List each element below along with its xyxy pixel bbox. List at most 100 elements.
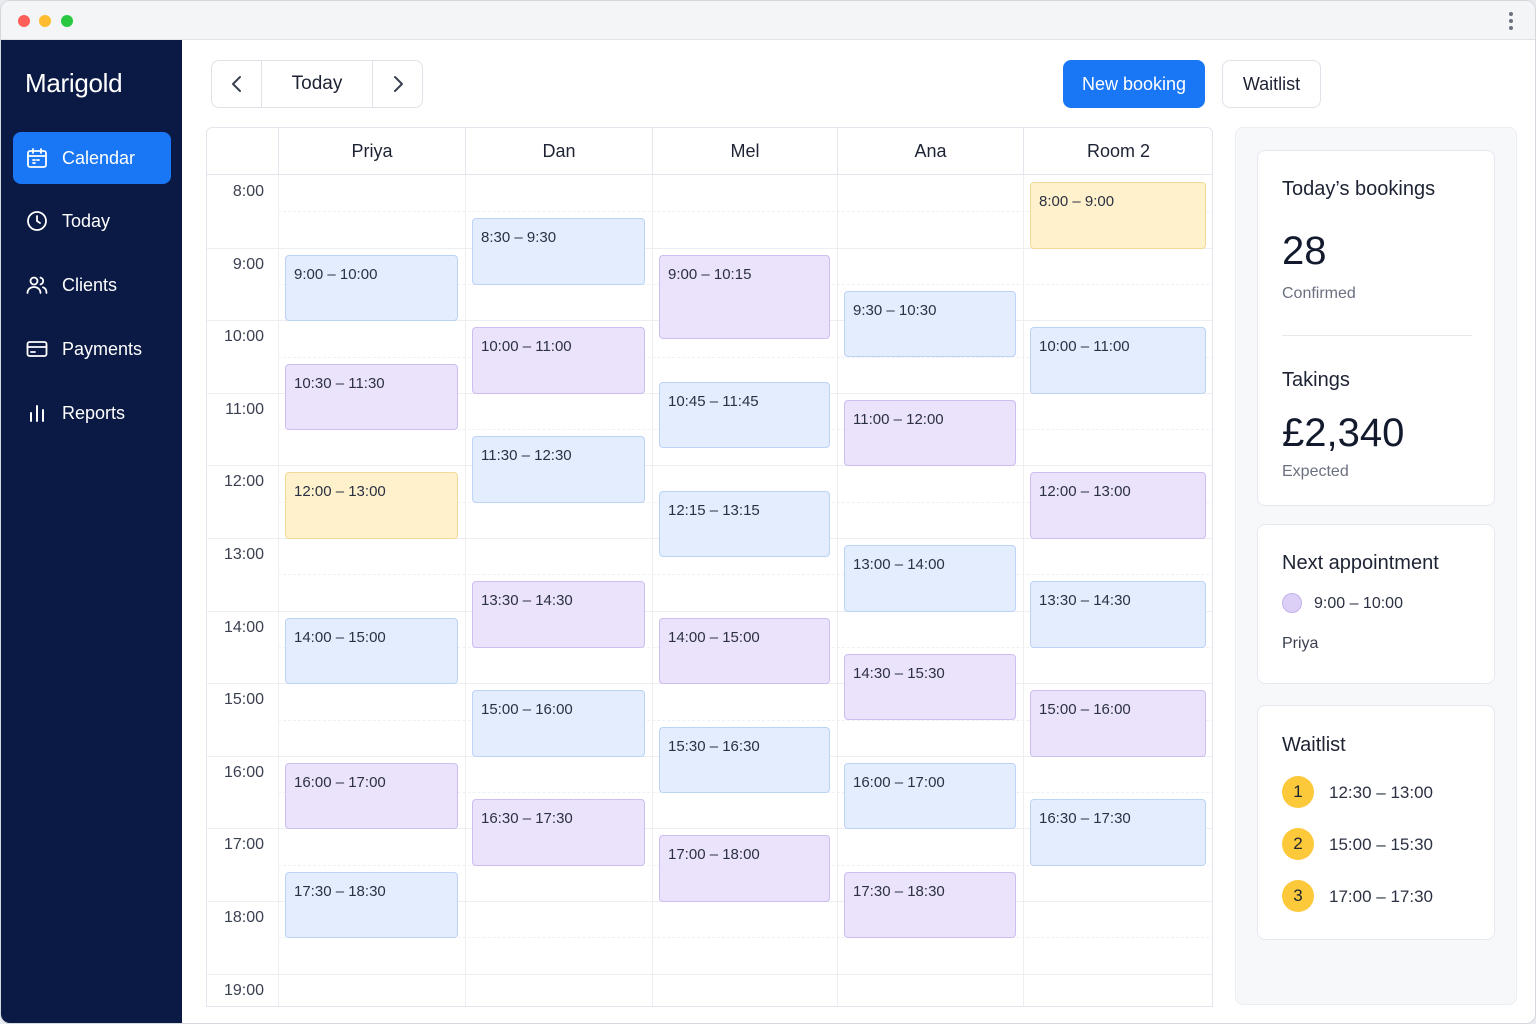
calendar-grid: Priya Dan Mel Ana Room 2 8:00 9:00 10:00 11:00 1… — [206, 127, 1213, 1007]
sidebar-item-label: Clients — [62, 274, 118, 295]
takings-title: Takings — [1282, 369, 1350, 391]
waitlist-position-badge: 2 — [1282, 828, 1314, 860]
users-icon — [26, 276, 48, 294]
sidebar-item-today[interactable]: Today — [13, 195, 171, 247]
today-button[interactable]: Today — [261, 61, 373, 107]
booking-event[interactable]: 14:00 – 15:00 — [659, 617, 830, 685]
card-title: Waitlist — [1282, 734, 1346, 756]
brand-logo: Marigold — [25, 68, 123, 98]
booking-event[interactable]: 17:30 – 18:30 — [285, 871, 458, 939]
booking-event[interactable]: 15:30 – 16:30 — [659, 726, 830, 794]
new-booking-button[interactable]: New booking — [1063, 60, 1205, 108]
date-navigation: Today — [211, 60, 423, 108]
time-label: 9:00 — [232, 255, 264, 273]
next-appointment-card[interactable]: Next appointment 9:00 – 10:00 Priya — [1257, 524, 1495, 684]
booking-event[interactable]: 10:00 – 11:00 — [1030, 327, 1206, 394]
previous-day-button[interactable] — [212, 61, 261, 107]
booking-event[interactable]: 16:00 – 17:00 — [285, 762, 458, 830]
waitlist-card: Waitlist 1 12:30 – 13:00 2 15:00 – 15:30… — [1257, 705, 1495, 940]
column-header: Dan — [465, 128, 652, 175]
booking-event[interactable]: 8:30 – 9:30 — [472, 218, 645, 285]
waitlist-button[interactable]: Waitlist — [1222, 60, 1321, 108]
time-label: 18:00 — [223, 909, 264, 926]
booking-event[interactable]: 11:30 – 12:30 — [472, 436, 645, 503]
summary-panel: Today’s bookings 28 Confirmed Takings £2… — [1235, 127, 1517, 1005]
booking-event[interactable]: 12:00 – 13:00 — [285, 472, 458, 539]
booking-event[interactable]: 15:00 – 16:00 — [1030, 690, 1206, 757]
booking-event[interactable]: 16:30 – 17:30 — [1030, 799, 1206, 866]
sidebar-item-calendar[interactable]: Calendar — [13, 132, 171, 184]
card-title: Today’s bookings — [1282, 178, 1436, 200]
time-label: 17:00 — [223, 836, 264, 854]
hour-gridline — [207, 465, 1212, 467]
waitlist-item-time[interactable]: 12:30 – 13:00 — [1329, 783, 1433, 803]
sidebar-item-clients[interactable]: Clients — [13, 259, 171, 311]
time-label: 14:00 — [223, 618, 264, 636]
card-title: Next appointment — [1282, 552, 1439, 574]
sidebar-item-label: Payments — [62, 338, 143, 359]
booking-event[interactable]: 13:30 – 14:30 — [1030, 581, 1206, 648]
chevron-right-icon — [393, 76, 403, 92]
booking-event[interactable]: 10:45 – 11:45 — [659, 381, 830, 449]
column-divider — [652, 175, 653, 1006]
booking-event[interactable]: 10:00 – 11:00 — [472, 327, 645, 394]
booking-event[interactable]: 17:00 – 18:00 — [659, 835, 830, 902]
more-options-icon[interactable] — [1509, 12, 1513, 30]
appointment-color-dot — [1282, 593, 1302, 613]
booking-event[interactable]: 9:00 – 10:00 — [285, 254, 458, 322]
booking-event[interactable]: 17:30 – 18:30 — [844, 871, 1016, 939]
sidebar-item-label: Calendar — [62, 147, 136, 168]
sidebar-item-label: Today — [62, 210, 111, 231]
booking-event[interactable]: 14:30 – 15:30 — [844, 653, 1016, 721]
waitlist-item-time[interactable]: 15:00 – 15:30 — [1329, 835, 1433, 855]
booking-event[interactable]: 8:00 – 9:00 — [1030, 182, 1206, 249]
time-label: 12:00 — [223, 473, 264, 491]
booking-event[interactable]: 10:30 – 11:30 — [285, 363, 458, 431]
booking-event[interactable]: 11:00 – 12:00 — [844, 399, 1016, 467]
booking-event[interactable]: 12:15 – 13:15 — [659, 490, 830, 558]
time-label: 13:00 — [223, 546, 264, 563]
maximize-window-button[interactable] — [61, 15, 73, 27]
waitlist-position-badge: 3 — [1282, 880, 1314, 912]
time-label: 11:00 — [225, 400, 264, 418]
time-label: 16:00 — [223, 763, 264, 781]
column-header: Room 2 — [1023, 128, 1212, 175]
booking-event[interactable]: 9:30 – 10:30 — [844, 290, 1016, 358]
minimize-window-button[interactable] — [39, 15, 51, 27]
booking-event[interactable]: 13:00 – 14:00 — [844, 545, 1016, 612]
booking-event[interactable]: 12:00 – 13:00 — [1030, 472, 1206, 539]
booking-event[interactable]: 15:00 – 16:00 — [472, 690, 645, 757]
column-header: Ana — [837, 128, 1023, 175]
half-hour-gridline — [278, 574, 1212, 576]
close-window-button[interactable] — [18, 15, 30, 27]
bookings-count: 28 — [1282, 229, 1327, 273]
booking-event[interactable]: 14:00 – 15:00 — [285, 617, 458, 685]
time-label: 19:00 — [223, 981, 264, 999]
column-divider — [278, 175, 279, 1006]
next-appointment-time: 9:00 – 10:00 — [1314, 595, 1403, 612]
column-divider — [837, 175, 838, 1006]
bar-chart-icon — [30, 405, 44, 422]
calendar-header: Priya Dan Mel Ana Room 2 — [207, 128, 1212, 175]
card-divider — [1282, 335, 1472, 336]
sidebar: Marigold Calendar Today Clients Payments… — [1, 40, 182, 1023]
app-window: Marigold Calendar Today Clients Payments… — [0, 0, 1536, 1024]
todays-bookings-card: Today’s bookings 28 Confirmed Takings £2… — [1257, 150, 1495, 506]
hour-gridline — [207, 973, 1212, 975]
booking-event[interactable]: 16:30 – 17:30 — [472, 799, 645, 866]
next-appointment-client: Priya — [1282, 635, 1319, 652]
booking-event[interactable]: 9:00 – 10:15 — [659, 254, 830, 340]
chevron-left-icon — [231, 76, 241, 92]
calendar-icon — [27, 148, 47, 168]
sidebar-item-payments[interactable]: Payments — [13, 323, 171, 375]
time-label: 8:00 — [232, 183, 264, 200]
booking-event[interactable]: 13:30 – 14:30 — [472, 581, 645, 648]
sidebar-item-reports[interactable]: Reports — [13, 387, 171, 439]
column-header: Mel — [652, 128, 837, 175]
column-divider — [465, 175, 466, 1006]
sidebar-item-label: Reports — [62, 402, 126, 423]
booking-event[interactable]: 16:00 – 17:00 — [844, 762, 1016, 830]
column-header: Priya — [278, 128, 465, 175]
waitlist-item-time[interactable]: 17:00 – 17:30 — [1329, 887, 1433, 907]
next-day-button[interactable] — [373, 61, 422, 107]
